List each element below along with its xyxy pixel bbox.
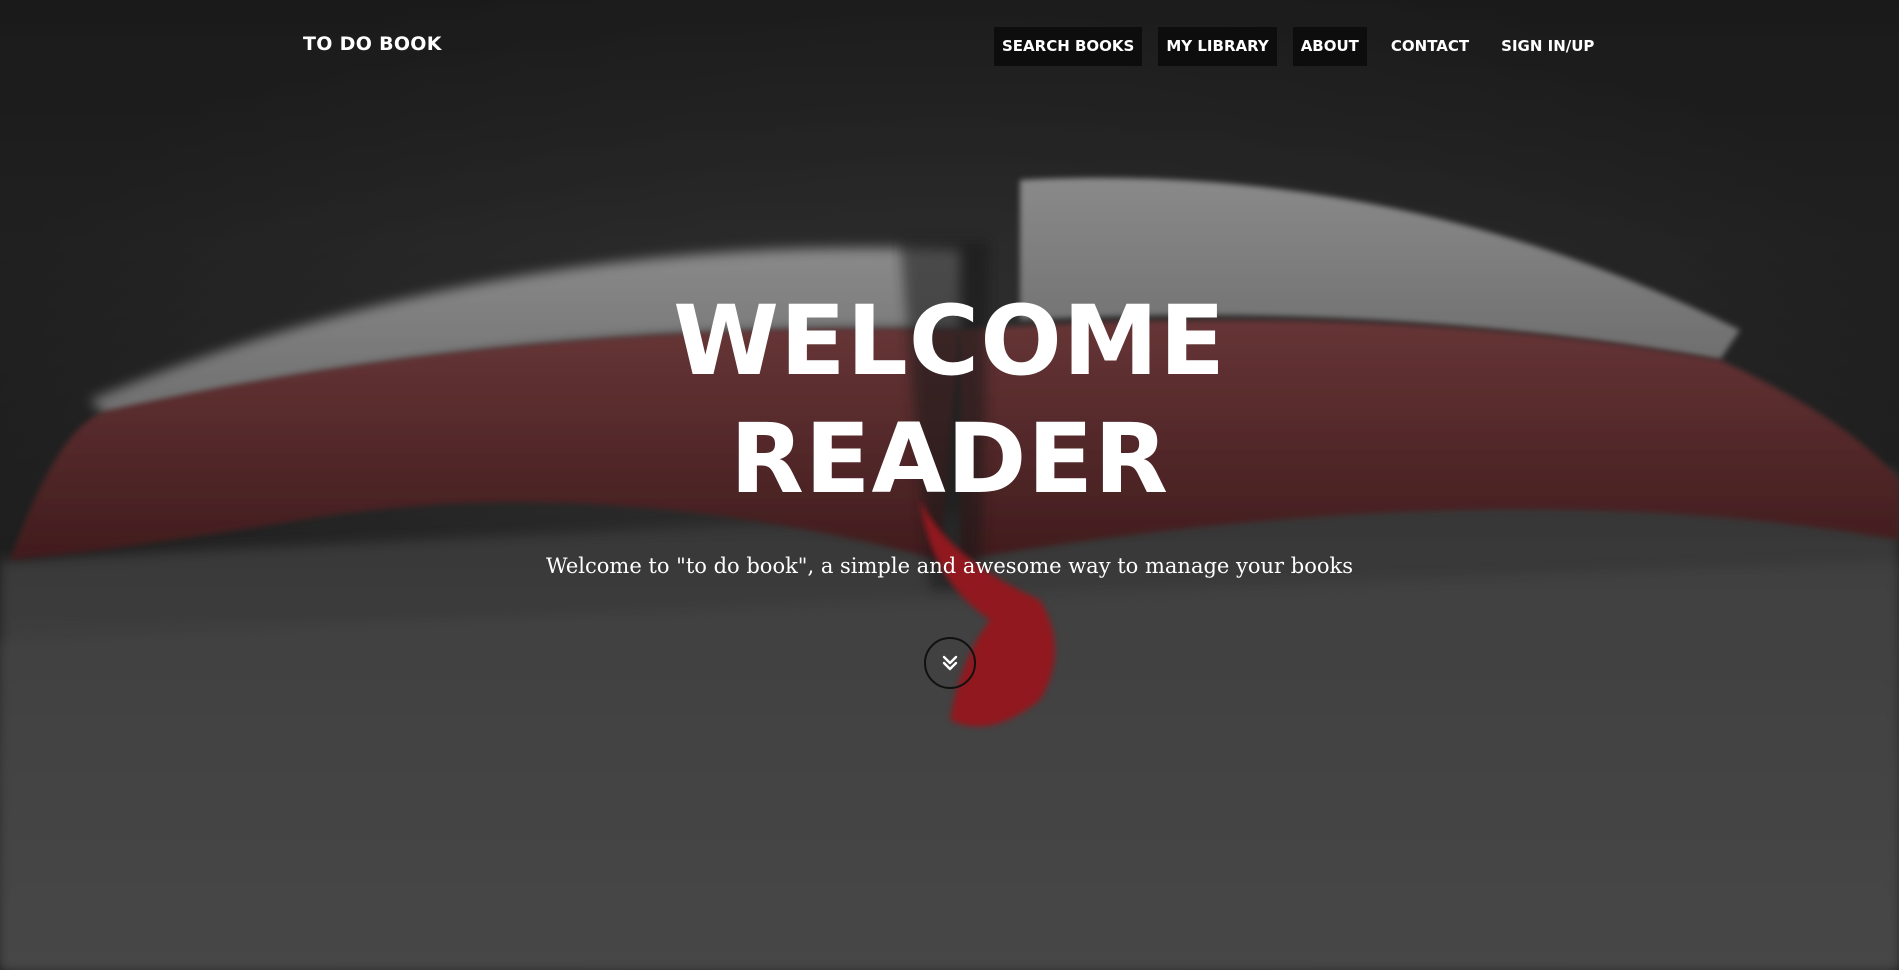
nav-item-my-library[interactable]: MY LIBRARY <box>1158 27 1277 66</box>
hero-section: TO DO BOOK SEARCH BOOKS MY LIBRARY ABOUT… <box>0 0 1899 970</box>
nav-item-about[interactable]: ABOUT <box>1292 27 1367 66</box>
hero-title: WELCOME READER <box>0 282 1899 518</box>
brand-logo-link[interactable]: TO DO BOOK <box>303 33 442 55</box>
hero-title-line-1: WELCOME <box>673 285 1226 397</box>
hero-title-line-2: READER <box>730 403 1169 515</box>
hero-subtitle: Welcome to "to do book", a simple and aw… <box>545 554 1353 578</box>
double-chevron-down-icon <box>942 655 958 671</box>
nav-menu: SEARCH BOOKS MY LIBRARY ABOUT CONTACT SI… <box>994 27 1618 66</box>
scroll-down-button[interactable] <box>924 637 976 689</box>
nav-item-sign-in-up[interactable]: SIGN IN/UP <box>1493 27 1602 66</box>
nav-item-contact[interactable]: CONTACT <box>1383 27 1477 66</box>
navbar: TO DO BOOK SEARCH BOOKS MY LIBRARY ABOUT… <box>0 0 1899 92</box>
nav-item-search-books[interactable]: SEARCH BOOKS <box>994 27 1143 66</box>
